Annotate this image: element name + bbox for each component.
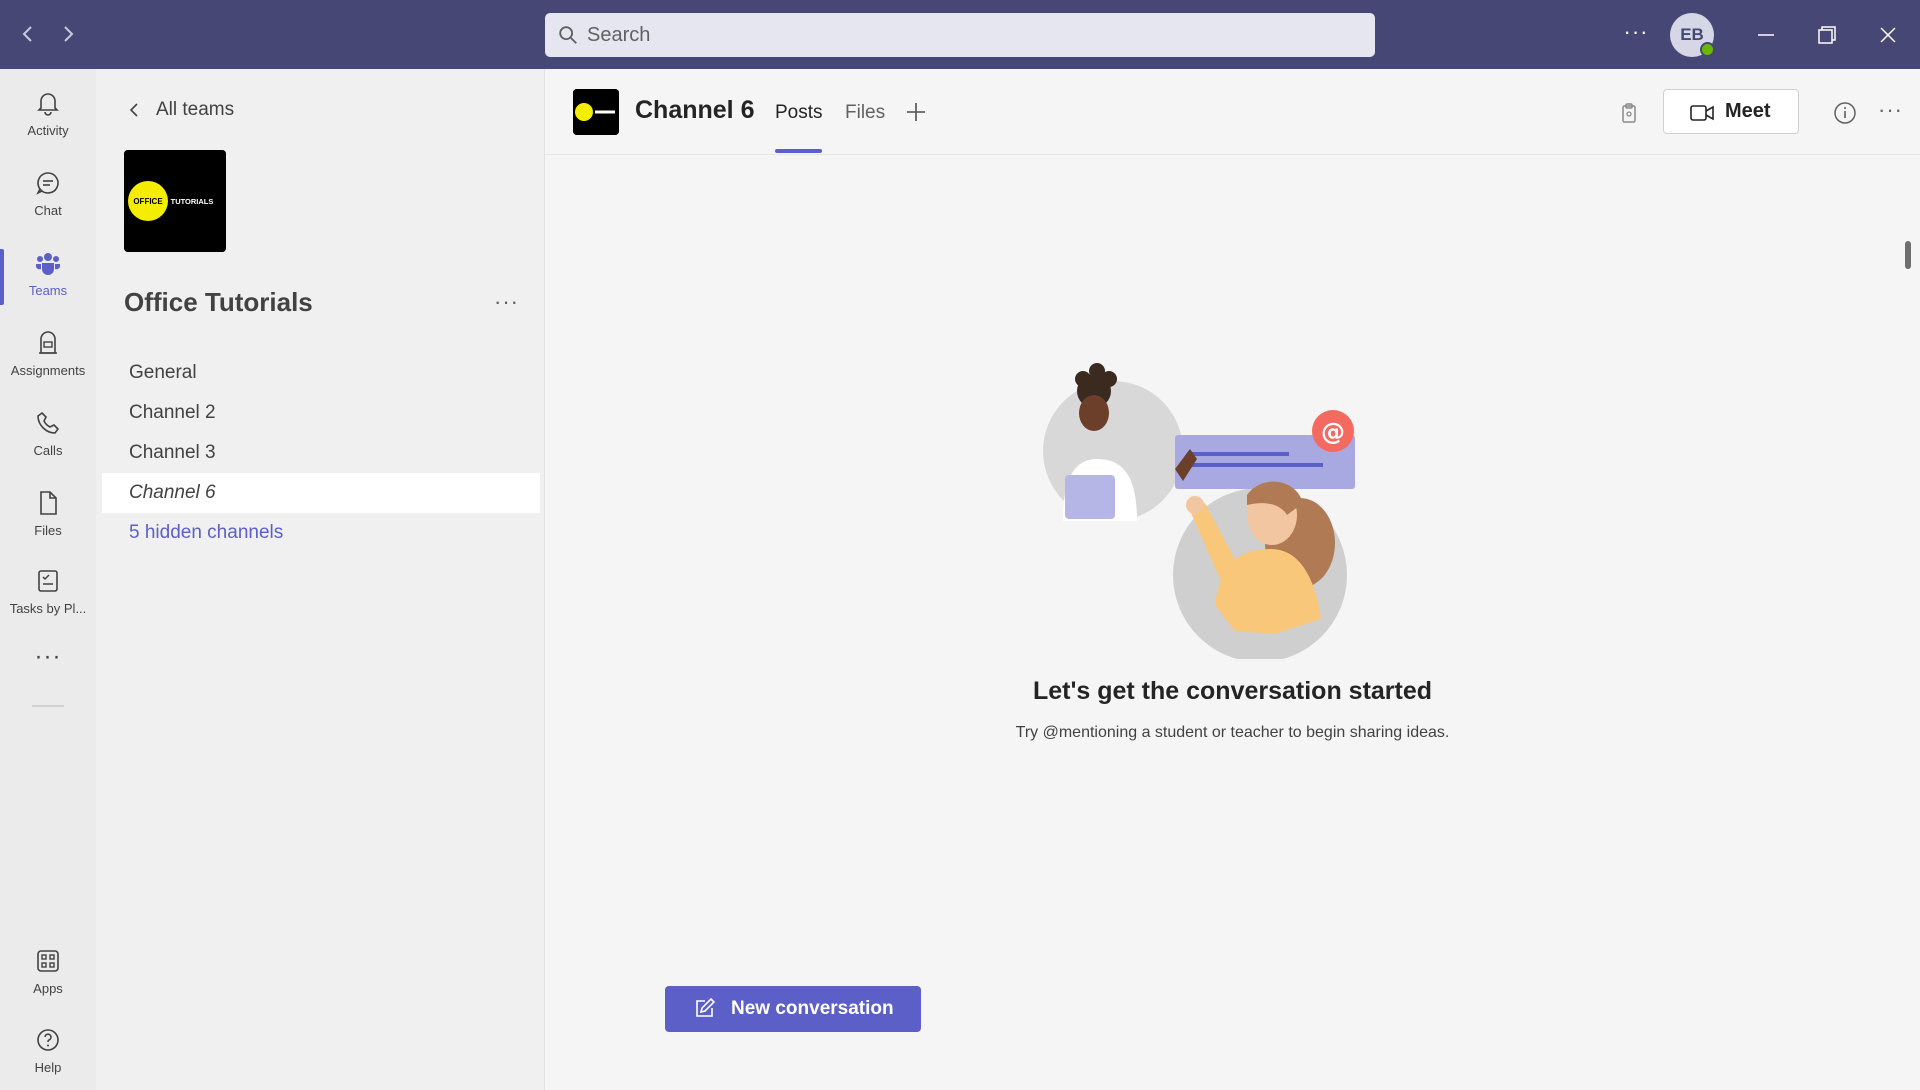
presence-available-icon	[1700, 42, 1715, 57]
rail-item-help[interactable]: Help	[0, 1018, 96, 1090]
new-conversation-label: New conversation	[731, 998, 894, 1019]
svg-text:@: @	[1321, 418, 1345, 446]
logo-text-right: TUTORIALS	[171, 197, 214, 206]
rail-item-files[interactable]: Files	[0, 481, 96, 553]
assignments-icon	[39, 331, 57, 354]
search-input[interactable]	[587, 13, 1357, 57]
rail-item-label: Teams	[28, 283, 68, 298]
app-rail: Activity Chat Teams Assignments Calls Fi…	[0, 69, 96, 1090]
rail-item-tasks[interactable]: Tasks by Pl...	[0, 559, 96, 631]
clipboard-icon[interactable]	[1617, 101, 1641, 125]
rail-item-teams[interactable]: Teams	[0, 241, 96, 313]
rail-item-label: Tasks by Pl...	[9, 601, 87, 616]
rail-item-label: Activity	[27, 123, 69, 138]
rail-item-label: Chat	[34, 203, 62, 218]
team-name: Office Tutorials	[124, 287, 313, 317]
active-tab-indicator	[775, 149, 822, 153]
apps-icon	[37, 950, 59, 972]
search-icon	[559, 26, 577, 44]
empty-state-title: Let's get the conversation started	[1032, 677, 1433, 705]
chat-icon	[36, 172, 59, 195]
add-tab-icon[interactable]	[903, 99, 929, 125]
bell-icon	[37, 93, 59, 116]
channel-item-channel-2[interactable]: Channel 2	[102, 393, 540, 433]
meet-label: Meet	[1725, 100, 1771, 122]
scrollbar-thumb[interactable]	[1905, 241, 1911, 269]
channel-item-general[interactable]: General	[102, 353, 540, 393]
channel-item-channel-3[interactable]: Channel 3	[102, 433, 540, 473]
help-icon	[37, 1029, 59, 1051]
tab-files[interactable]: Files	[845, 102, 885, 124]
search-box[interactable]	[545, 13, 1375, 57]
rail-item-label: Help	[34, 1060, 62, 1075]
team-sidebar: All teams OFFICE TUTORIALS Office Tutori…	[96, 69, 545, 1090]
meet-button[interactable]: Meet	[1663, 89, 1799, 134]
title-bar: ··· EB	[0, 0, 1920, 69]
phone-icon	[37, 411, 60, 434]
settings-more-icon[interactable]: ···	[1622, 20, 1650, 48]
channel-header: Channel 6 Posts Files Meet ···	[545, 69, 1920, 155]
empty-state-subtitle: Try @mentioning a student or teacher to …	[1015, 724, 1450, 741]
chevron-left-icon	[129, 103, 138, 117]
channel-more-options-icon[interactable]: ···	[1878, 97, 1903, 123]
teams-icon	[36, 253, 60, 275]
divider	[32, 705, 64, 707]
minimize-icon[interactable]	[1751, 20, 1781, 50]
rail-item-label: Files	[34, 523, 62, 538]
channel-title: Channel 6	[635, 96, 755, 124]
info-icon[interactable]	[1833, 101, 1857, 125]
back-arrow-icon[interactable]	[16, 22, 40, 46]
rail-item-label: Apps	[33, 981, 63, 996]
conversation-illustration: @	[1043, 363, 1355, 659]
hidden-channels-link[interactable]: 5 hidden channels	[102, 513, 540, 553]
rail-item-chat[interactable]: Chat	[0, 161, 96, 233]
rail-item-activity[interactable]: Activity	[0, 81, 96, 153]
rail-item-assignments[interactable]: Assignments	[0, 321, 96, 393]
rail-item-calls[interactable]: Calls	[0, 401, 96, 473]
restore-icon[interactable]	[1812, 20, 1842, 50]
forward-arrow-icon[interactable]	[56, 22, 80, 46]
all-teams-label: All teams	[156, 99, 235, 120]
team-more-options-icon[interactable]: ···	[494, 289, 519, 315]
rail-item-apps[interactable]: Apps	[0, 939, 96, 1011]
channel-team-logo	[573, 89, 619, 135]
tab-posts[interactable]: Posts	[775, 102, 823, 124]
video-camera-icon	[1690, 105, 1714, 121]
close-icon[interactable]	[1873, 20, 1903, 50]
file-icon	[40, 491, 57, 515]
new-conversation-button[interactable]: New conversation	[665, 986, 921, 1032]
channel-main: Channel 6 Posts Files Meet ··· @ Let's g…	[545, 69, 1920, 1090]
rail-item-label: Assignments	[10, 363, 86, 378]
team-logo[interactable]: OFFICE TUTORIALS	[124, 150, 226, 252]
rail-item-label: Calls	[33, 443, 63, 458]
more-apps-icon[interactable]: ···	[0, 643, 96, 671]
compose-icon	[696, 998, 715, 1017]
logo-text-left: OFFICE	[133, 197, 163, 206]
channel-item-channel-6[interactable]: Channel 6	[102, 473, 540, 513]
tasks-icon	[38, 570, 58, 592]
